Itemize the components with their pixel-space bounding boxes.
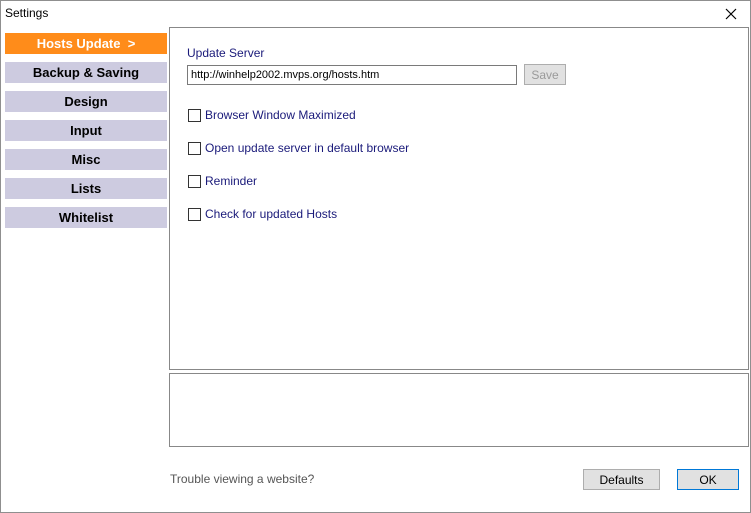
- close-button[interactable]: [720, 3, 742, 25]
- sidebar-item-label: Misc: [71, 152, 101, 167]
- option-label: Reminder: [205, 174, 258, 188]
- sidebar-item-label: Hosts Update >: [36, 36, 136, 51]
- window-title: Settings: [5, 6, 49, 20]
- sidebar-item-backup-saving[interactable]: Backup & Saving: [5, 62, 167, 83]
- sidebar-item-whitelist[interactable]: Whitelist: [5, 207, 167, 228]
- checkbox[interactable]: [188, 207, 201, 221]
- option-reminder[interactable]: Reminder: [188, 174, 257, 188]
- sidebar-item-misc[interactable]: Misc: [5, 149, 167, 170]
- trouble-viewing-link[interactable]: Trouble viewing a website?: [170, 472, 314, 486]
- option-label: Open update server in default browser: [205, 141, 410, 155]
- update-server-label: Update Server: [187, 46, 265, 60]
- defaults-button[interactable]: Defaults: [583, 469, 660, 490]
- option-label: Browser Window Maximized: [205, 108, 356, 122]
- sidebar-item-input[interactable]: Input: [5, 120, 167, 141]
- sidebar-item-label: Whitelist: [58, 210, 114, 225]
- option-browser-window-maximized[interactable]: Browser Window Maximized: [188, 108, 356, 122]
- sidebar-item-label: Lists: [70, 181, 102, 196]
- sidebar-item-label: Input: [70, 123, 102, 138]
- ok-button[interactable]: OK: [677, 469, 739, 490]
- close-icon: [725, 8, 737, 20]
- option-open-update-server[interactable]: Open update server in default browser: [188, 141, 409, 155]
- update-server-input[interactable]: [187, 65, 517, 85]
- sidebar-item-design[interactable]: Design: [5, 91, 167, 112]
- option-label: Check for updated Hosts: [205, 207, 338, 221]
- checkbox[interactable]: [188, 108, 201, 122]
- settings-window: Settings Hosts Update > Backup & Saving …: [0, 0, 751, 513]
- sidebar-item-lists[interactable]: Lists: [5, 178, 167, 199]
- checkbox[interactable]: [188, 141, 201, 155]
- sidebar-item-label: Design: [64, 94, 108, 109]
- checkbox[interactable]: [188, 174, 201, 188]
- sidebar-item-label: Backup & Saving: [32, 65, 140, 80]
- title-bar: Settings: [1, 1, 750, 27]
- status-log-panel: [169, 373, 749, 447]
- sidebar-item-hosts-update[interactable]: Hosts Update >: [5, 33, 167, 54]
- save-button[interactable]: Save: [524, 64, 566, 85]
- option-check-updated-hosts[interactable]: Check for updated Hosts: [188, 207, 337, 221]
- hosts-update-panel: Update Server Save Browser Window Maximi…: [169, 27, 749, 370]
- sidebar-nav: Hosts Update > Backup & Saving Design In…: [5, 33, 167, 236]
